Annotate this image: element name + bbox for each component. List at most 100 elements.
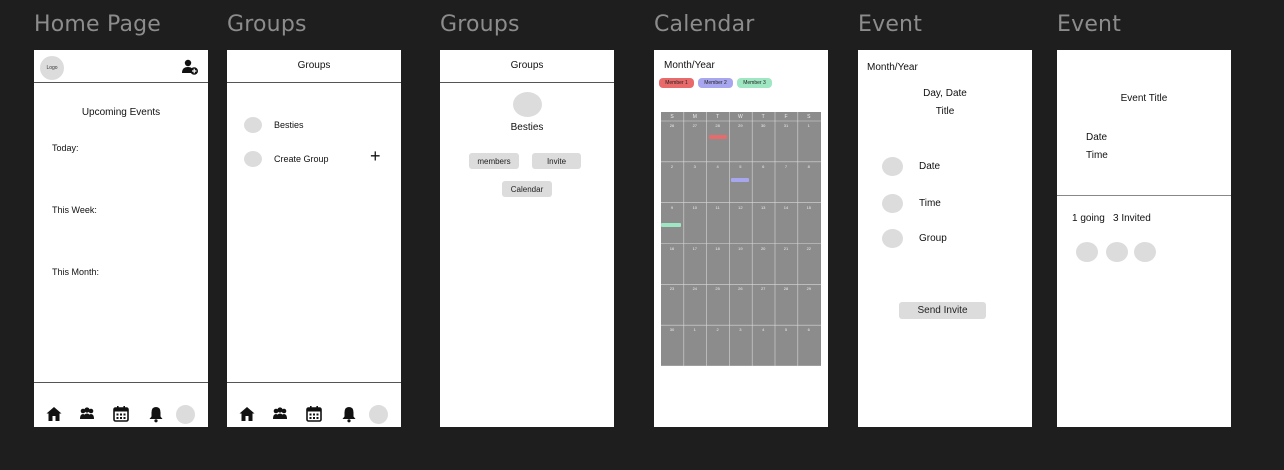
calendar-button[interactable]: Calendar (502, 181, 552, 197)
groups-header: Groups (297, 60, 331, 71)
profile-avatar[interactable] (369, 405, 388, 424)
date-icon[interactable] (882, 157, 903, 176)
calendar-day-cell[interactable]: 29 (798, 286, 820, 291)
calendar-day-cell[interactable]: 12 (729, 205, 751, 210)
calendar-day-cell[interactable]: 27 (684, 123, 706, 128)
bell-icon[interactable] (340, 405, 358, 423)
calendar-day-cell[interactable]: 8 (798, 164, 820, 169)
calendar-event-marker[interactable] (731, 177, 750, 182)
member-tag-3[interactable]: Member 3 (737, 78, 772, 88)
group-field-label: Group (919, 233, 947, 244)
calendar-day-cell[interactable]: 3 (729, 327, 751, 332)
weekday-label: W (738, 114, 743, 120)
group-avatar (244, 151, 262, 167)
groups-header: Groups (510, 60, 544, 71)
weekday-label: T (716, 114, 720, 120)
calendar-icon[interactable] (305, 405, 323, 423)
home-page-screen: Logo Upcoming Events Today: This Week: T… (34, 50, 208, 427)
groups-icon[interactable] (78, 405, 96, 423)
calendar-event-marker[interactable] (708, 135, 727, 139)
create-group-item[interactable]: Create Group + (227, 147, 401, 169)
header-divider (34, 82, 208, 83)
calendar-day-cell[interactable]: 24 (684, 286, 706, 291)
member-tag-1[interactable]: Member 1 (659, 78, 694, 88)
calendar-day-cell[interactable]: 2 (661, 164, 683, 169)
attendee-avatar[interactable] (1134, 242, 1156, 262)
header-divider (227, 82, 401, 83)
home-icon[interactable] (238, 405, 256, 423)
calendar-day-cell[interactable]: 31 (775, 123, 797, 128)
calendar-day-cell[interactable]: 3 (684, 164, 706, 169)
calendar-day-cell[interactable]: 9 (661, 205, 683, 210)
group-icon[interactable] (882, 229, 903, 248)
calendar-day-cell[interactable]: 21 (775, 246, 797, 251)
add-group-icon[interactable]: + (370, 147, 381, 165)
calendar-day-cell[interactable]: 10 (684, 205, 706, 210)
calendar-day-cell[interactable]: 17 (684, 246, 706, 251)
today-label: Today: (52, 143, 79, 153)
profile-avatar[interactable] (176, 405, 195, 424)
calendar-day-cell[interactable]: 15 (798, 205, 820, 210)
calendar-day-cell[interactable]: 27 (752, 286, 774, 291)
calendar-day-cell[interactable]: 4 (752, 327, 774, 332)
calendar-day-cell[interactable]: 1 (684, 327, 706, 332)
attendee-avatar[interactable] (1076, 242, 1098, 262)
member-tag-label: Member 2 (704, 80, 727, 86)
calendar-day-cell[interactable]: 2 (707, 327, 729, 332)
invite-button[interactable]: Invite (532, 153, 581, 169)
bell-icon[interactable] (147, 405, 165, 423)
add-user-icon[interactable] (181, 58, 199, 76)
calendar-day-cell[interactable]: 30 (661, 327, 683, 332)
calendar-screen: Month/Year Member 1 Member 2 Member 3 S M… (654, 50, 828, 427)
calendar-day-cell[interactable]: 11 (707, 205, 729, 210)
member-tag-2[interactable]: Member 2 (698, 78, 733, 88)
calendar-day-cell[interactable]: 5 (775, 327, 797, 332)
calendar-day-cell[interactable]: 22 (798, 246, 820, 251)
calendar-day-cell[interactable]: 13 (752, 205, 774, 210)
calendar-day-cell[interactable]: 28 (775, 286, 797, 291)
home-icon[interactable] (45, 405, 63, 423)
calendar-day-cell[interactable]: 1 (798, 123, 820, 128)
group-detail-screen: Groups Besties members Invite Calendar (440, 50, 614, 427)
group-list-item[interactable]: Besties (227, 115, 401, 135)
calendar-icon[interactable] (112, 405, 130, 423)
calendar-day-cell[interactable]: 7 (775, 164, 797, 169)
calendar-day-cell[interactable]: 28 (707, 123, 729, 128)
calendar-day-cell[interactable]: 25 (707, 286, 729, 291)
event-time-label: Time (1086, 150, 1108, 161)
calendar-day-cell[interactable]: 16 (661, 246, 683, 251)
calendar-day-cell[interactable]: 5 (729, 164, 751, 169)
time-icon[interactable] (882, 194, 903, 213)
member-tag-label: Member 3 (743, 80, 766, 86)
frame-title-event-detail: Event (1057, 12, 1122, 37)
group-avatar (513, 92, 542, 117)
weekday-label: M (692, 114, 697, 120)
create-group-label: Create Group (274, 154, 329, 164)
calendar-day-cell[interactable]: 26 (729, 286, 751, 291)
frame-title-calendar: Calendar (654, 12, 755, 37)
section-divider (1057, 195, 1231, 196)
upcoming-events-heading: Upcoming Events (81, 107, 161, 118)
send-invite-button[interactable]: Send Invite (899, 302, 986, 319)
calendar-day-cell[interactable]: 29 (729, 123, 751, 128)
calendar-cells: S M T W T F S 26 27 28 29 30 31 1 2 3 4 5 6 7 8 9 10 11 12 13 14 15… (661, 112, 821, 366)
calendar-day-cell[interactable]: 6 (752, 164, 774, 169)
event-title: Event Title (1120, 93, 1168, 104)
calendar-day-cell[interactable]: 18 (707, 246, 729, 251)
date-field-label: Date (919, 161, 941, 172)
calendar-day-cell[interactable]: 23 (661, 286, 683, 291)
group-name: Besties (274, 120, 304, 130)
calendar-day-cell[interactable]: 6 (798, 327, 820, 332)
calendar-event-marker[interactable] (661, 222, 681, 227)
groups-icon[interactable] (271, 405, 289, 423)
month-year-label: Month/Year (867, 62, 918, 73)
weekday-label: T (761, 114, 765, 120)
calendar-day-cell[interactable]: 30 (752, 123, 774, 128)
calendar-day-cell[interactable]: 26 (661, 123, 683, 128)
calendar-day-cell[interactable]: 14 (775, 205, 797, 210)
calendar-day-cell[interactable]: 19 (729, 246, 751, 251)
attendee-avatar[interactable] (1106, 242, 1128, 262)
calendar-day-cell[interactable]: 4 (707, 164, 729, 169)
calendar-day-cell[interactable]: 20 (752, 246, 774, 251)
members-button[interactable]: members (469, 153, 519, 169)
